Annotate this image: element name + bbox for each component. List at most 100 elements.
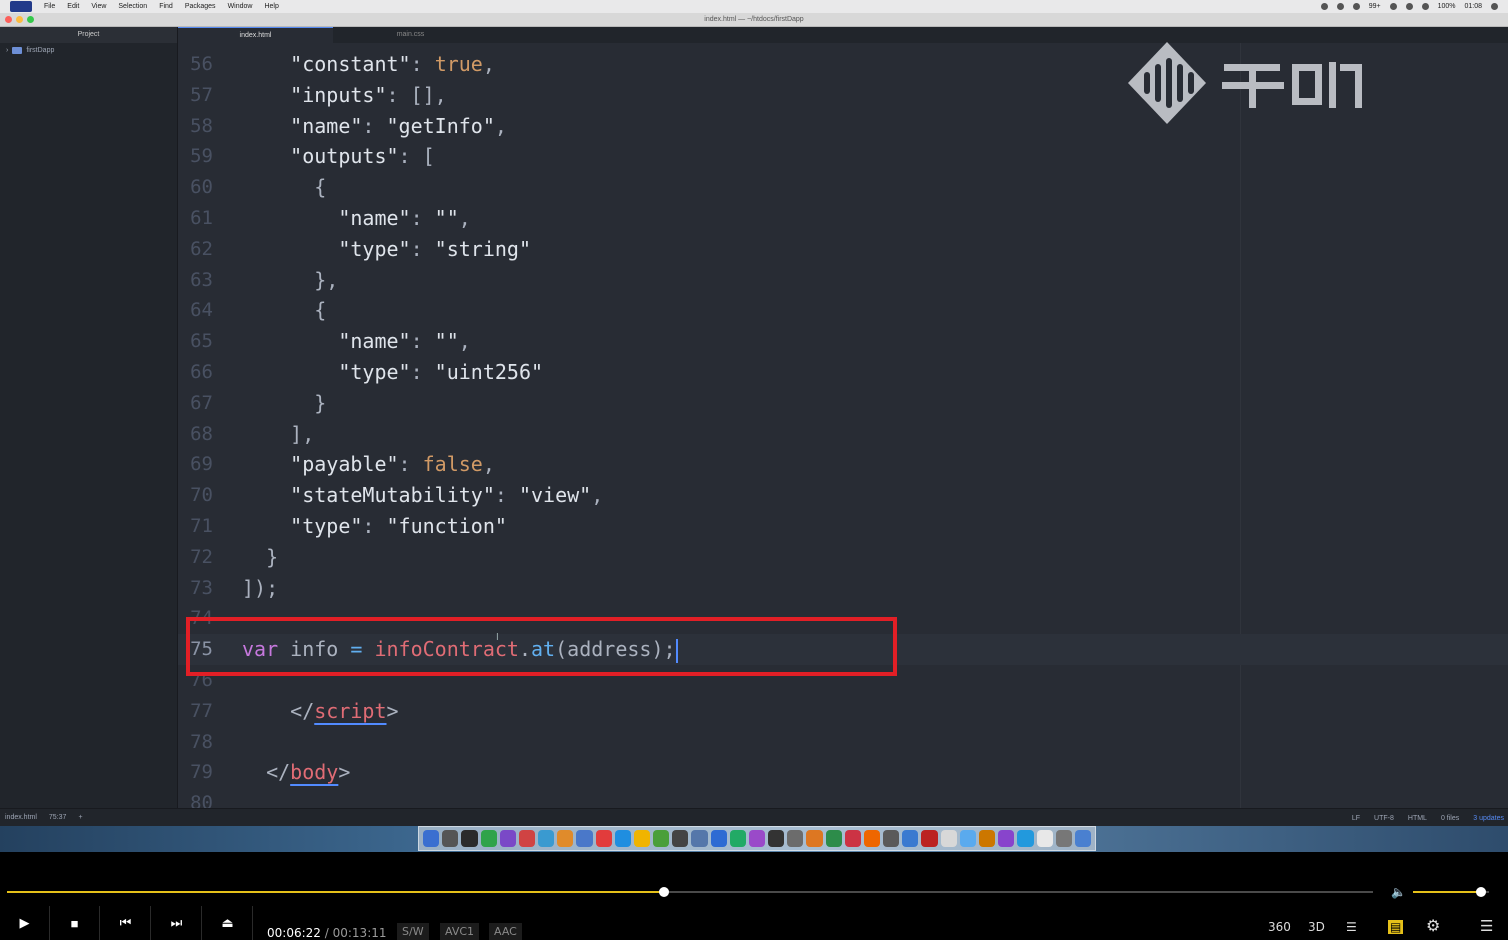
- status-grammar[interactable]: HTML: [1408, 815, 1427, 822]
- line-number[interactable]: 61: [178, 203, 213, 234]
- code-text[interactable]: "type": "uint256": [242, 357, 543, 388]
- line-number[interactable]: 67: [178, 388, 213, 419]
- volume-knob[interactable]: [1476, 887, 1487, 897]
- menu-view[interactable]: View: [91, 3, 106, 10]
- code-text[interactable]: }: [242, 388, 326, 419]
- line-number[interactable]: 65: [178, 326, 213, 357]
- code-line[interactable]: 71 "type": "function": [178, 511, 1508, 542]
- add-icon[interactable]: +: [78, 814, 82, 821]
- tag-video-codec[interactable]: AVC1: [440, 923, 480, 940]
- status-icon[interactable]: [1389, 3, 1397, 10]
- code-line[interactable]: 63 },: [178, 265, 1508, 296]
- dock-app-icon[interactable]: [921, 830, 938, 847]
- dock-app-icon[interactable]: [653, 830, 670, 847]
- play-button[interactable]: ▶: [0, 906, 50, 940]
- code-text[interactable]: ]);: [242, 573, 278, 604]
- code-line[interactable]: 69 "payable": false,: [178, 449, 1508, 480]
- code-line[interactable]: 66 "type": "uint256": [178, 357, 1508, 388]
- dock-app-icon[interactable]: [863, 830, 881, 847]
- line-number[interactable]: 77: [178, 696, 213, 727]
- menu-selection[interactable]: Selection: [118, 3, 147, 10]
- code-text[interactable]: {: [242, 295, 326, 326]
- code-line[interactable]: 68 ],: [178, 419, 1508, 450]
- dock-app-icon[interactable]: [423, 830, 440, 847]
- dock-app-icon[interactable]: [633, 830, 651, 847]
- dock-app-icon[interactable]: [499, 830, 516, 847]
- code-line[interactable]: 72 }: [178, 542, 1508, 573]
- dock-app-icon[interactable]: [806, 830, 823, 847]
- line-number[interactable]: 63: [178, 265, 213, 296]
- menu-find[interactable]: Find: [159, 3, 173, 10]
- line-number[interactable]: 62: [178, 234, 213, 265]
- menu-edit[interactable]: Edit: [67, 3, 79, 10]
- code-editor[interactable]: 56 "constant": true, 57 "inputs": [], 58 "…: [178, 43, 1508, 808]
- line-number[interactable]: 78: [178, 727, 213, 758]
- dock-app-icon[interactable]: [768, 830, 785, 847]
- dock-app-icon[interactable]: [557, 830, 574, 847]
- zoom-icon[interactable]: [27, 16, 34, 23]
- dock-app-icon[interactable]: [1017, 830, 1034, 847]
- subtitle-icon[interactable]: ▤: [1388, 920, 1404, 934]
- tree-item-root[interactable]: › firstDapp: [0, 43, 177, 58]
- dock-app-icon[interactable]: [576, 830, 593, 847]
- menu-file[interactable]: File: [44, 3, 55, 10]
- search-icon[interactable]: [1491, 3, 1498, 10]
- line-number[interactable]: 59: [178, 141, 213, 172]
- line-number[interactable]: 72: [178, 542, 213, 573]
- status-icon[interactable]: [1320, 3, 1328, 10]
- dock-app-icon[interactable]: [825, 830, 842, 847]
- code-line[interactable]: 67 }: [178, 388, 1508, 419]
- status-line-ending[interactable]: LF: [1352, 815, 1360, 822]
- minimize-icon[interactable]: [16, 16, 23, 23]
- menu-help[interactable]: Help: [264, 3, 278, 10]
- status-icon[interactable]: [1352, 3, 1360, 10]
- 360-button[interactable]: 360: [1268, 920, 1291, 934]
- dock-app-icon[interactable]: [729, 830, 746, 847]
- code-text[interactable]: "outputs": [: [242, 141, 435, 172]
- tab-main-css[interactable]: main.css: [333, 27, 488, 43]
- dock-app-icon[interactable]: [844, 830, 861, 847]
- line-number[interactable]: 66: [178, 357, 213, 388]
- line-number[interactable]: 73: [178, 573, 213, 604]
- dock-app-icon[interactable]: [518, 830, 536, 847]
- menu-packages[interactable]: Packages: [185, 3, 216, 10]
- tab-index-html[interactable]: index.html: [178, 27, 333, 43]
- status-files[interactable]: 0 files: [1441, 815, 1459, 822]
- code-text[interactable]: {: [242, 172, 326, 203]
- dock-app-icon[interactable]: [595, 830, 612, 847]
- status-file[interactable]: index.html: [5, 814, 37, 821]
- dock-app-icon[interactable]: [442, 830, 459, 847]
- eject-button[interactable]: ⏏: [203, 906, 253, 940]
- dock-app-icon[interactable]: [940, 830, 957, 847]
- menu-icon[interactable]: ☰: [1480, 917, 1493, 935]
- dock-app-icon[interactable]: [883, 830, 900, 847]
- dock-app-icon[interactable]: [691, 830, 708, 847]
- code-text[interactable]: },: [242, 265, 338, 296]
- tag-audio-codec[interactable]: AAC: [489, 923, 522, 940]
- line-number[interactable]: 60: [178, 172, 213, 203]
- line-number[interactable]: 56: [178, 49, 213, 80]
- next-button[interactable]: ⏭: [152, 906, 202, 940]
- code-text[interactable]: "payable": false,: [242, 449, 495, 480]
- code-line[interactable]: 60 {: [178, 172, 1508, 203]
- status-cursor-position[interactable]: 75:37: [49, 814, 67, 821]
- dock-app-icon[interactable]: [902, 830, 919, 847]
- code-line[interactable]: 77 </script>: [178, 696, 1508, 727]
- status-encoding[interactable]: UTF-8: [1374, 815, 1394, 822]
- code-text[interactable]: "type": "string": [242, 234, 531, 265]
- line-number[interactable]: 58: [178, 111, 213, 142]
- status-updates[interactable]: 3 updates: [1473, 815, 1504, 822]
- playlist-search-icon[interactable]: ☰: [1346, 920, 1357, 934]
- line-number[interactable]: 79: [178, 757, 213, 788]
- battery-percent[interactable]: 100%: [1438, 3, 1456, 10]
- code-text[interactable]: ],: [242, 419, 314, 450]
- menu-window[interactable]: Window: [228, 3, 253, 10]
- code-text[interactable]: "name": "",: [242, 326, 470, 357]
- code-line[interactable]: 62 "type": "string": [178, 234, 1508, 265]
- code-text[interactable]: "inputs": [],: [242, 80, 447, 111]
- seek-knob[interactable]: [659, 887, 670, 897]
- line-number[interactable]: 57: [178, 80, 213, 111]
- volume-icon[interactable]: 🔈: [1391, 885, 1406, 899]
- dock-app-icon[interactable]: [538, 830, 555, 847]
- line-number[interactable]: 68: [178, 419, 213, 450]
